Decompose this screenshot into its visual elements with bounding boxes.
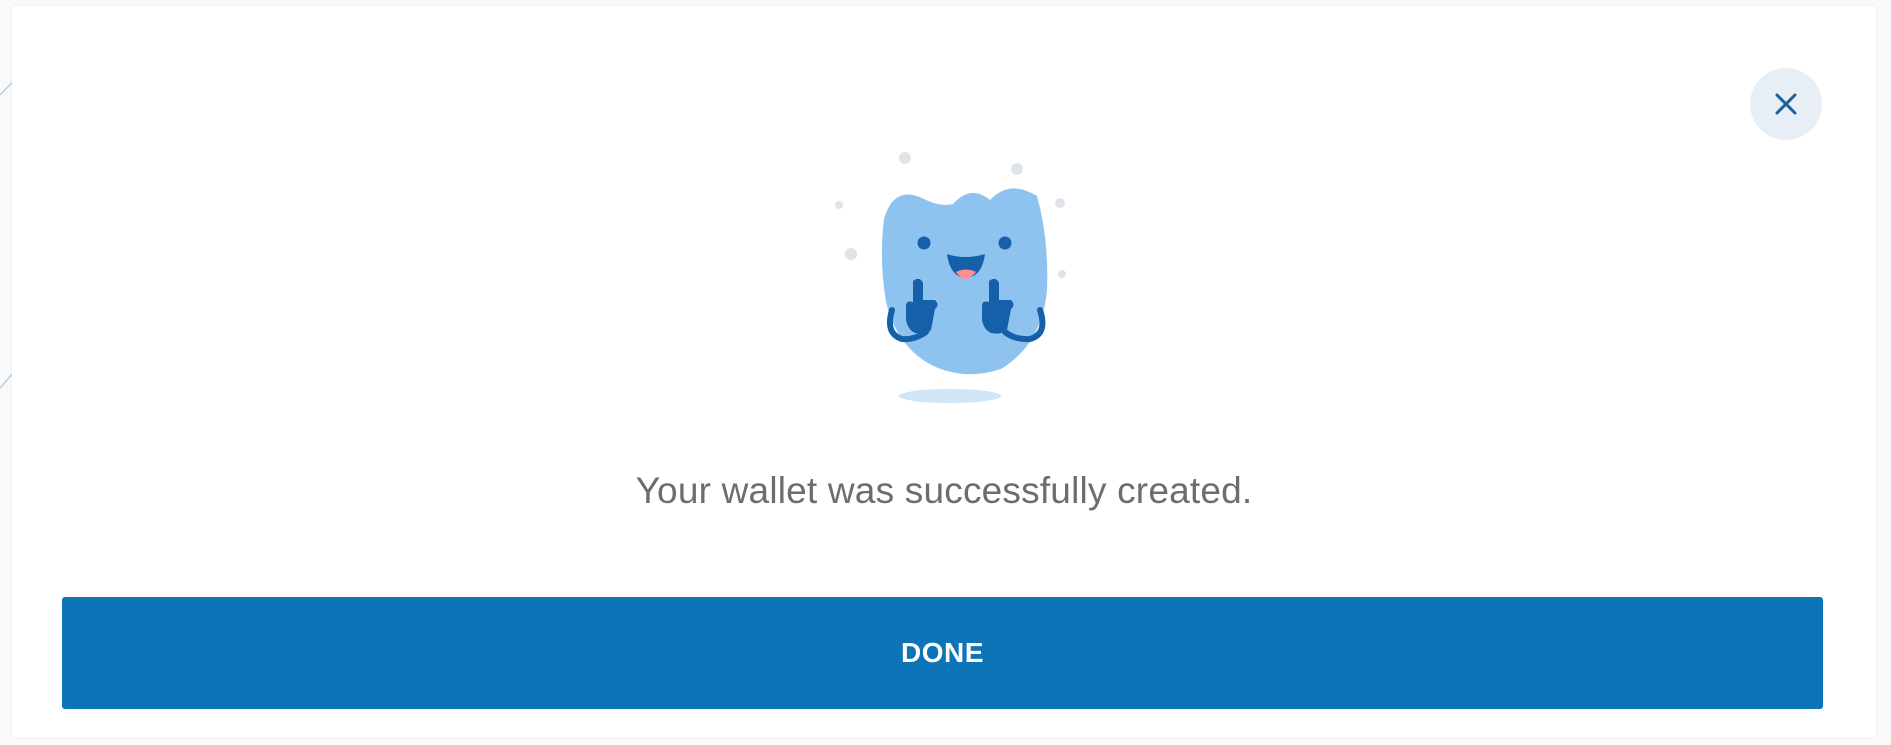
mascot-left-eye <box>917 236 931 250</box>
done-button[interactable]: DONE <box>62 597 1823 709</box>
screen: Your wallet was successfully created. DO… <box>0 0 1891 745</box>
mascot-shadow <box>899 389 1001 403</box>
close-button[interactable] <box>1750 68 1822 140</box>
success-message: Your wallet was successfully created. <box>635 470 1253 511</box>
mascot-right-eye <box>998 236 1012 250</box>
mascot-body <box>881 188 1048 375</box>
wallet-created-dialog: Your wallet was successfully created. DO… <box>12 6 1876 737</box>
happy-wallet-mascot-icon <box>835 152 1066 403</box>
close-icon <box>1775 93 1797 115</box>
done-label: DONE <box>901 637 984 668</box>
